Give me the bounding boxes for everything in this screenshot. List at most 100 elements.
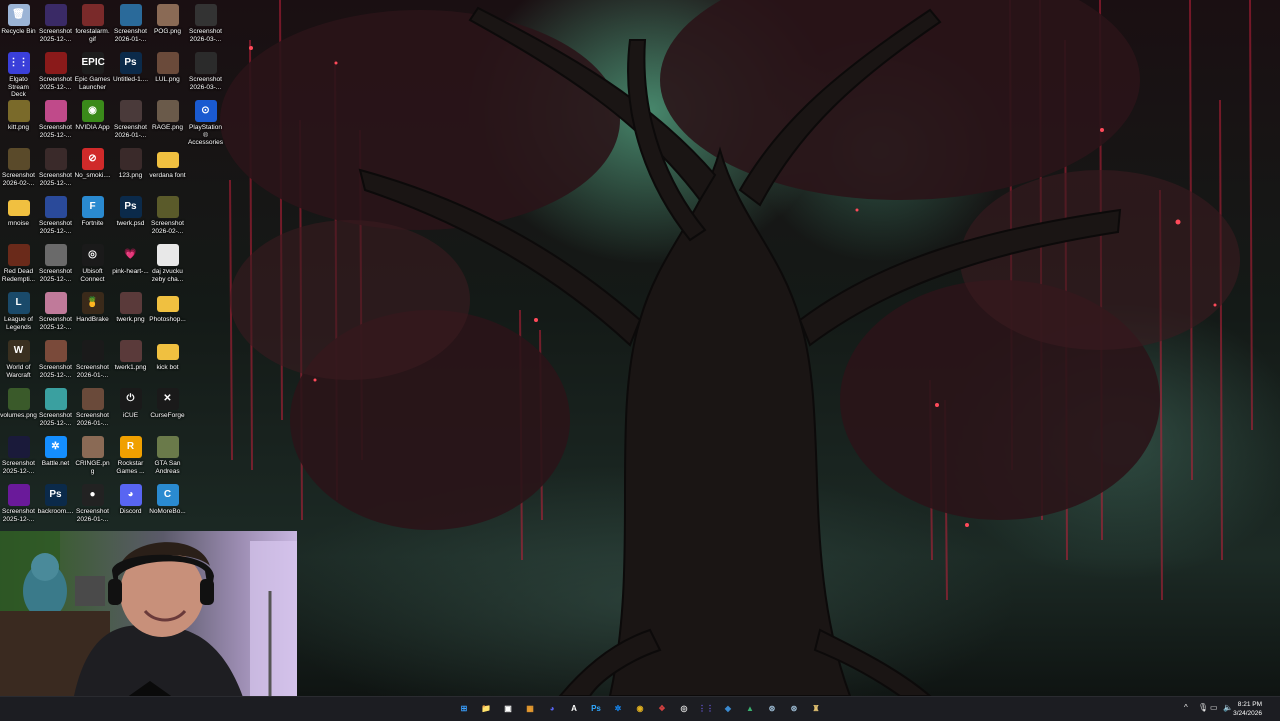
desktop-icon-label: Screenshot 2025-12-... <box>2 460 35 475</box>
desktop-icon[interactable]: RAGE.png <box>149 96 186 144</box>
desktop-icon-label: Screenshot 2025-12-... <box>39 364 72 379</box>
desktop-icon[interactable]: W World of Warcraft <box>0 336 37 384</box>
desktop-icon[interactable]: Screenshot 2026-01-... <box>74 336 111 384</box>
desktop-icon-label: LUL.png <box>155 76 180 83</box>
image-file-icon <box>7 148 30 170</box>
desktop-icon[interactable]: mnoise <box>0 192 37 240</box>
webcam-overlay <box>0 531 297 720</box>
desktop-icon[interactable]: twerk1.png <box>112 336 149 384</box>
desktop-icon[interactable]: POG.png <box>149 0 186 48</box>
desktop-icon[interactable]: Screenshot 2025-12-... <box>0 480 37 528</box>
desktop-icon[interactable]: Screenshot 2026-01-... <box>74 384 111 432</box>
desktop-icon-label: Screenshot 2026-03-... <box>189 76 222 91</box>
desktop-icon[interactable]: Screenshot 2026-03-... <box>187 48 224 96</box>
file-explorer-icon[interactable]: 📁 <box>478 701 494 717</box>
folder-icon <box>156 152 179 168</box>
app-button-icon[interactable]: ▣ <box>500 701 516 717</box>
app-button-icon[interactable]: ❖ <box>654 701 670 717</box>
app-button-icon[interactable]: ♜ <box>808 701 824 717</box>
start-button-icon[interactable]: ⊞ <box>456 701 472 717</box>
stream-deck-icon[interactable]: ⋮⋮ <box>698 701 714 717</box>
desktop-icon[interactable]: daj zvucku zeby cha... <box>149 240 186 288</box>
desktop-icon[interactable]: ⊘ No_smoki.... <box>74 144 111 192</box>
desktop-icon[interactable]: LUL.png <box>149 48 186 96</box>
network-icon[interactable]: ▭ <box>1210 703 1218 712</box>
desktop-icon[interactable]: Screenshot 2025-12-... <box>0 432 37 480</box>
system-clock[interactable]: 8:21 PM 3/24/2026 <box>1233 700 1262 718</box>
desktop-icon-label: Screenshot 2025-12-... <box>39 124 72 139</box>
microphone-icon[interactable]: 🎙 <box>1198 703 1208 712</box>
chrome-icon[interactable]: ◉ <box>632 701 648 717</box>
app-button-icon[interactable]: ▲ <box>742 701 758 717</box>
image-file-icon <box>44 148 67 170</box>
desktop-icon[interactable]: Screenshot 2025-12-... <box>37 144 74 192</box>
desktop-icon[interactable]: L League of Legends <box>0 288 37 336</box>
gta-icon <box>156 436 179 458</box>
desktop-icon[interactable]: C NoMoreBo... <box>149 480 186 528</box>
image-file-icon <box>44 100 67 122</box>
steam-secondary-icon[interactable]: ⊛ <box>786 701 802 717</box>
desktop-icon[interactable]: kick bot <box>149 336 186 384</box>
photoshop-icon[interactable]: Ps <box>588 701 604 717</box>
desktop-icon[interactable]: 🍍 HandBrake <box>74 288 111 336</box>
desktop-icon[interactable]: Screenshot 2025-12-... <box>37 96 74 144</box>
desktop-icon[interactable]: Screenshot 2025-12-... <box>37 48 74 96</box>
desktop-icon-label: NoMoreBo... <box>149 508 186 515</box>
desktop-icon-label: twerk1.png <box>114 364 147 371</box>
desktop-icon-label: CRINGE.png <box>75 460 110 475</box>
desktop-icon[interactable]: Ps backroom.... <box>37 480 74 528</box>
desktop-icon[interactable]: Photoshop... <box>149 288 186 336</box>
desktop-icon-label: Battle.net <box>41 460 70 467</box>
app-button-icon[interactable]: A <box>566 701 582 717</box>
desktop-icon[interactable]: twerk.png <box>112 288 149 336</box>
desktop-icon[interactable]: verdana font <box>149 144 186 192</box>
desktop-icon[interactable]: ✲ Battle.net <box>37 432 74 480</box>
desktop-icon[interactable]: ✕ CurseForge <box>149 384 186 432</box>
desktop-icon[interactable]: Screenshot 2025-12-... <box>37 336 74 384</box>
desktop-icon-label: Fortnite <box>81 220 104 227</box>
desktop-icon[interactable]: ◕ Discord <box>112 480 149 528</box>
desktop-icon[interactable]: ◎ Ubisoft Connect <box>74 240 111 288</box>
show-hidden-icons-chevron-icon[interactable]: ^ <box>1184 703 1188 712</box>
desktop-icon[interactable]: volumes.png <box>0 384 37 432</box>
desktop-icon[interactable]: Screenshot 2026-02-... <box>149 192 186 240</box>
image-file-icon <box>7 388 30 410</box>
desktop-icon[interactable]: Screenshot 2026-02-... <box>0 144 37 192</box>
desktop-icon[interactable]: ⋮⋮ Elgato Stream Deck <box>0 48 37 98</box>
desktop-icon[interactable]: 💗 pink-heart-... <box>112 240 149 288</box>
desktop-icon[interactable]: Screenshot 2025-12-... <box>37 0 74 48</box>
image-file-icon <box>119 100 142 122</box>
battlenet-icon[interactable]: ✲ <box>610 701 626 717</box>
desktop-icon[interactable]: GTA San Andreas <box>149 432 186 480</box>
discord-icon[interactable]: ◕ <box>544 701 560 717</box>
desktop-icon[interactable]: Ps twerk.psd <box>112 192 149 240</box>
text-file-icon <box>156 244 179 266</box>
desktop-icon[interactable]: Screenshot 2025-12-... <box>37 192 74 240</box>
volume-icon[interactable]: 🔈 <box>1223 703 1233 712</box>
app-button-icon[interactable]: ▦ <box>522 701 538 717</box>
desktop-icon[interactable]: CRINGE.png <box>74 432 111 480</box>
desktop-icon[interactable]: Screenshot 2025-12-... <box>37 240 74 288</box>
desktop-icon[interactable]: Ps Untitled-1.... <box>112 48 149 96</box>
desktop-icon[interactable]: Screenshot 2026-01-... <box>112 96 149 144</box>
desktop-icon[interactable]: ⏻ iCUE <box>112 384 149 432</box>
desktop-icon[interactable]: ⊙ PlayStation® Accessories <box>187 96 224 146</box>
desktop-icon[interactable]: Screenshot 2025-12-... <box>37 288 74 336</box>
desktop-icon[interactable]: 🗑 Recycle Bin <box>0 0 37 48</box>
steam-icon[interactable]: ⊛ <box>764 701 780 717</box>
desktop-icon[interactable]: kitt.png <box>0 96 37 144</box>
desktop-icon[interactable]: EPIC Epic Games Launcher <box>74 48 111 96</box>
desktop-icon[interactable]: ◉ NVIDIA App <box>74 96 111 144</box>
desktop-icon[interactable]: Screenshot 2025-12-... <box>37 384 74 432</box>
desktop-icon[interactable]: Screenshot 2026-01-... <box>112 0 149 48</box>
nvidia-icon: ◉ <box>81 100 104 122</box>
desktop-icon[interactable]: F Fortnite <box>74 192 111 240</box>
obs-icon[interactable]: ◎ <box>676 701 692 717</box>
app-button-icon[interactable]: ◆ <box>720 701 736 717</box>
desktop-icon[interactable]: ● Screenshot 2026-01-... <box>74 480 111 528</box>
desktop-icon[interactable]: Red Dead Redempti... <box>0 240 37 288</box>
desktop-icon[interactable]: Screenshot 2026-03-... <box>187 0 224 48</box>
desktop-icon[interactable]: forestalarm.gif <box>74 0 111 48</box>
desktop-icon[interactable]: R Rockstar Games ... <box>112 432 149 480</box>
desktop-icon[interactable]: 123.png <box>112 144 149 192</box>
